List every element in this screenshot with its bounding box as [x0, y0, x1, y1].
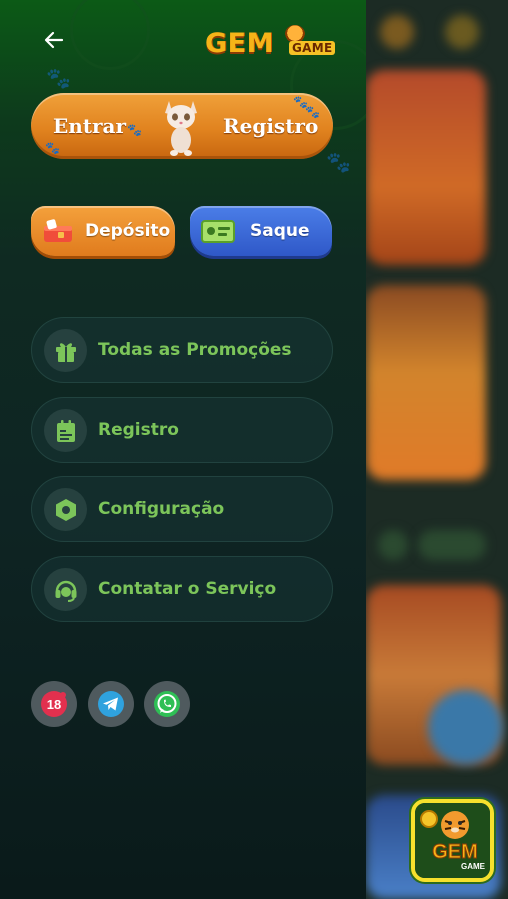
menu-item-contact-service[interactable]: Contatar o Serviço — [31, 556, 333, 622]
brand-logo: GEM GAME — [205, 25, 336, 61]
bg-game-card — [366, 285, 486, 480]
cash-card-icon — [201, 220, 235, 243]
age-restriction-button[interactable]: 18 — [31, 681, 77, 727]
whatsapp-button[interactable] — [144, 681, 190, 727]
bg-icon — [380, 15, 414, 49]
telegram-icon — [98, 691, 124, 717]
menu-icon-container — [44, 409, 87, 452]
back-button[interactable] — [36, 22, 72, 58]
menu-item-register[interactable]: Registro — [31, 397, 333, 463]
menu-icon-container — [44, 329, 87, 372]
logo-subtext: GAME — [289, 41, 336, 55]
menu-item-label: Configuração — [98, 499, 225, 519]
withdraw-label: Saque — [250, 221, 310, 241]
logo-text: GEM — [205, 27, 274, 59]
login-button[interactable]: Entrar — [53, 93, 126, 159]
wallet-chest-icon — [44, 219, 72, 242]
gem-game-logo-icon: GEM GAME — [415, 803, 490, 878]
withdraw-button[interactable]: Saque — [190, 206, 332, 256]
paw-decoration-icon: 🐾 — [46, 66, 71, 90]
floating-app-logo-button[interactable]: GEM GAME — [411, 799, 494, 882]
gift-icon — [55, 342, 76, 362]
menu-item-settings[interactable]: Configuração — [31, 476, 333, 542]
bg-pill — [378, 530, 408, 560]
register-button[interactable]: Registro — [223, 93, 318, 159]
menu-item-label: Registro — [98, 420, 179, 440]
deposit-button[interactable]: Depósito — [31, 206, 175, 256]
side-drawer: 🐾 🐾 GEM GAME 🐾 🐾 🐾 🐾 Entrar Registro Dep… — [0, 0, 366, 899]
paw-icon: 🐾 — [127, 123, 142, 137]
clipboard-icon — [56, 419, 75, 442]
menu-item-label: Todas as Promoções — [98, 340, 292, 360]
deposit-label: Depósito — [85, 221, 171, 241]
bg-game-card — [366, 70, 486, 265]
menu-item-promotions[interactable]: Todas as Promoções — [31, 317, 333, 383]
paw-decoration-icon: 🐾 — [326, 150, 351, 174]
age-badge-text: 18 — [47, 697, 61, 712]
cat-mascot-icon — [165, 101, 197, 156]
bg-pill — [418, 530, 486, 560]
leaf-decoration — [70, 0, 150, 70]
hexagon-settings-icon — [55, 498, 76, 521]
whatsapp-icon — [154, 691, 180, 717]
menu-icon-container — [44, 568, 87, 611]
headset-icon — [55, 580, 76, 602]
floating-logo-subtext: GAME — [461, 862, 486, 871]
bg-icon — [445, 15, 479, 49]
bg-circle — [428, 690, 503, 765]
floating-logo-text: GEM — [432, 841, 478, 863]
menu-item-label: Contatar o Serviço — [98, 579, 277, 599]
arrow-left-icon — [44, 31, 64, 49]
auth-panel: 🐾 🐾 🐾 🐾 Entrar Registro — [31, 93, 333, 159]
age-18-icon: 18 — [41, 691, 67, 717]
telegram-button[interactable] — [88, 681, 134, 727]
menu-icon-container — [44, 488, 87, 531]
